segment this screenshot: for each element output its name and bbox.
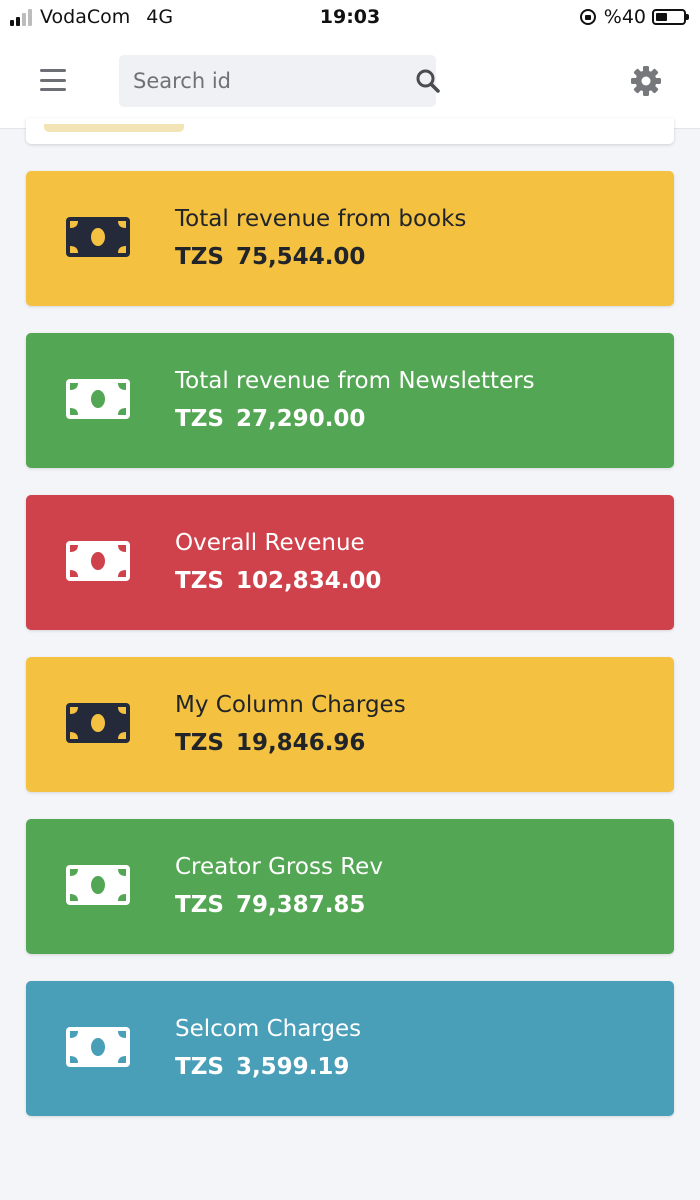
money-bill-icon [66,217,130,257]
partial-card-icon [44,124,184,132]
card-label: My Column Charges [175,692,406,718]
app-header [0,36,700,129]
card-books-revenue[interactable]: Total revenue from books TZS 75,544.00 [26,171,674,306]
card-value: TZS 102,834.00 [175,561,381,601]
battery-percent: %40 [603,6,646,28]
card-amount: 102,834.00 [235,568,382,594]
partial-card [26,118,674,144]
money-bill-icon [66,541,130,581]
card-column-charges[interactable]: My Column Charges TZS 19,846.96 [26,657,674,792]
card-currency: TZS [175,568,224,594]
card-label: Total revenue from books [175,206,467,232]
money-bill-icon [66,865,130,905]
gear-icon[interactable] [630,65,662,97]
search-icon[interactable] [415,60,441,102]
card-value: TZS 79,387.85 [175,885,383,925]
card-newsletters-revenue[interactable]: Total revenue from Newsletters TZS 27,290… [26,333,674,468]
card-amount: 19,846.96 [235,730,366,756]
money-bill-icon [66,703,130,743]
status-bar: VodaCom 4G 19:03 %40 [0,0,700,36]
card-amount: 79,387.85 [235,892,366,918]
status-right: %40 [579,6,689,28]
card-amount: 75,544.00 [235,244,366,270]
card-value: TZS 19,846.96 [175,723,406,763]
card-creator-gross-rev[interactable]: Creator Gross Rev TZS 79,387.85 [26,819,674,954]
card-currency: TZS [175,1054,224,1080]
card-currency: TZS [175,730,224,756]
card-selcom-charges[interactable]: Selcom Charges TZS 3,599.19 [26,981,674,1116]
card-value: TZS 3,599.19 [175,1047,361,1087]
card-overall-revenue[interactable]: Overall Revenue TZS 102,834.00 [26,495,674,630]
battery-icon [652,9,689,25]
card-currency: TZS [175,244,224,270]
card-amount: 3,599.19 [235,1054,350,1080]
money-bill-icon [66,379,130,419]
card-currency: TZS [175,406,224,432]
card-value: TZS 75,544.00 [175,237,466,277]
card-amount: 27,290.00 [235,406,366,432]
card-value: TZS 27,290.00 [175,399,535,439]
hamburger-menu-icon[interactable] [40,69,66,91]
card-label: Creator Gross Rev [175,854,383,880]
card-currency: TZS [175,892,224,918]
rotation-lock-icon [579,9,596,25]
card-label: Overall Revenue [175,530,365,556]
search-input[interactable] [119,55,415,107]
card-label: Total revenue from Newsletters [175,368,535,394]
search-box [119,55,440,107]
money-bill-icon [66,1027,130,1067]
revenue-cards: Total revenue from books TZS 75,544.00 To… [26,171,674,1143]
card-label: Selcom Charges [175,1016,362,1042]
